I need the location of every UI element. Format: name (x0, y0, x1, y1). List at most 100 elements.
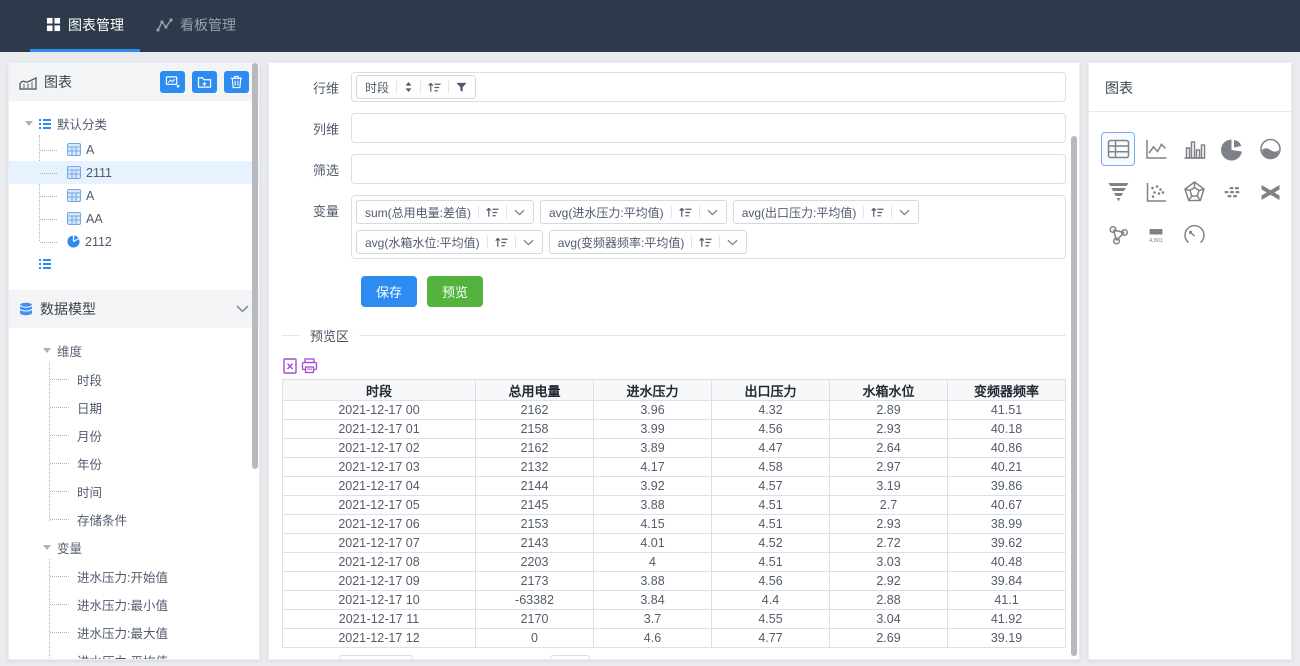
chart-type-pie[interactable] (1215, 132, 1249, 166)
delete-button[interactable] (224, 71, 249, 93)
table-cell: 2.7 (830, 496, 948, 515)
chart-type-liquid[interactable] (1253, 132, 1287, 166)
page-size-value: 30条/页 (347, 658, 389, 661)
caret-down-icon[interactable] (25, 121, 33, 126)
chart-type-table[interactable] (1101, 132, 1135, 166)
chart-type-radar[interactable] (1177, 175, 1211, 209)
order-icon[interactable] (428, 82, 441, 93)
order-icon[interactable] (699, 237, 712, 248)
row-dimension-tag[interactable]: 时段 (356, 75, 476, 99)
variable-tag[interactable]: avg(进水压力:平均值) (540, 200, 727, 224)
chart-type-heatmap[interactable] (1215, 175, 1249, 209)
tree-group-variables[interactable]: 变量 (9, 533, 259, 562)
chart-type-sankey[interactable] (1253, 175, 1287, 209)
chart-item[interactable]: A (9, 138, 259, 161)
dimension-item[interactable]: 时段 (9, 365, 259, 393)
preview-button[interactable]: 预览 (427, 276, 483, 307)
chart-type-gauge[interactable] (1177, 218, 1211, 252)
dimension-item[interactable]: 存储条件 (9, 505, 259, 533)
chart-type-line[interactable] (1139, 132, 1173, 166)
tree-category-default[interactable]: 默认分类 (9, 109, 259, 138)
variable-tag[interactable]: avg(变频器频率:平均值) (549, 230, 748, 254)
dimension-item[interactable]: 月份 (9, 421, 259, 449)
chart-type-card[interactable]: 4,801 (1139, 218, 1173, 252)
table-cell: 2132 (476, 458, 594, 477)
sort-updown-icon[interactable] (404, 81, 413, 93)
liquid-type-icon (1258, 137, 1283, 161)
dimension-label: 存储条件 (77, 510, 127, 529)
dimension-item[interactable]: 日期 (9, 393, 259, 421)
caret-down-icon[interactable] (43, 348, 51, 353)
tag-divider (891, 206, 892, 218)
editor-scrollbar[interactable] (1071, 136, 1077, 656)
page-size-select[interactable]: 30条/页 (339, 655, 413, 660)
chart-item[interactable]: AA (9, 207, 259, 230)
chevron-down-icon[interactable] (523, 239, 534, 246)
variable-item[interactable]: 进水压力:最小值 (9, 590, 259, 618)
export-excel-icon[interactable] (282, 358, 298, 374)
chevron-down-icon[interactable] (899, 209, 910, 216)
table-cell: 39.86 (948, 477, 1066, 496)
row-dimension-input[interactable]: 时段 (351, 72, 1066, 102)
table-cell: 2.89 (830, 401, 948, 420)
dimension-item[interactable]: 时间 (9, 477, 259, 505)
filter-input[interactable] (351, 154, 1066, 184)
chart-type-scatter[interactable] (1139, 175, 1173, 209)
chart-type-graph[interactable] (1101, 218, 1135, 252)
table-cell: 2.92 (830, 572, 948, 591)
table-chart-icon (67, 189, 81, 202)
chart-type-bar[interactable] (1177, 132, 1211, 166)
filter-funnel-icon[interactable] (456, 82, 467, 93)
data-model-header[interactable]: 数据模型 (9, 290, 259, 328)
order-icon[interactable] (871, 207, 884, 218)
tab-chart-management[interactable]: 图表管理 (30, 0, 140, 52)
goto-page-input[interactable] (550, 655, 590, 660)
variable-tag[interactable]: avg(出口压力:平均值) (733, 200, 920, 224)
table-cell: 38.99 (948, 515, 1066, 534)
add-category-row[interactable] (9, 253, 259, 272)
add-chart-button[interactable] (160, 71, 185, 93)
sidebar-scrollbar[interactable] (252, 63, 258, 469)
variable-tag[interactable]: sum(总用电量:差值) (356, 200, 534, 224)
table-cell: 4.58 (712, 458, 830, 477)
table-row: 2021-12-17 08220344.513.0340.48 (283, 553, 1066, 572)
print-icon[interactable] (301, 358, 318, 374)
tab-dashboard-management[interactable]: 看板管理 (140, 0, 252, 52)
chevron-down-icon (236, 305, 249, 313)
caret-down-icon[interactable] (43, 545, 51, 550)
chevron-down-icon[interactable] (707, 209, 718, 216)
variables-input[interactable]: sum(总用电量:差值) avg(进水压力:平均值) avg(出口压力:平均值) (351, 195, 1066, 259)
table-cell: 4.4 (712, 591, 830, 610)
chart-type-funnel[interactable] (1101, 175, 1135, 209)
table-cell: 40.48 (948, 553, 1066, 572)
table-cell: 2.88 (830, 591, 948, 610)
column-dimension-input[interactable] (351, 113, 1066, 143)
variable-item[interactable]: 进水压力:最大值 (9, 618, 259, 646)
dimension-label: 年份 (77, 454, 102, 473)
tree-group-dimensions[interactable]: 维度 (9, 336, 259, 365)
order-icon[interactable] (679, 207, 692, 218)
table-cell: 40.86 (948, 439, 1066, 458)
chevron-down-icon[interactable] (727, 239, 738, 246)
variable-tag[interactable]: avg(水箱水位:平均值) (356, 230, 543, 254)
chart-type-panel-title: 图表 (1089, 63, 1291, 112)
table-cell: 41.1 (948, 591, 1066, 610)
chart-item[interactable]: 2112 (9, 230, 259, 253)
tag-label: 时段 (365, 79, 389, 96)
table-row: 2021-12-17 10-633823.844.42.8841.1 (283, 591, 1066, 610)
chart-item[interactable]: A (9, 184, 259, 207)
variable-item[interactable]: 进水压力:开始值 (9, 562, 259, 590)
dimension-item[interactable]: 年份 (9, 449, 259, 477)
table-cell: 4.55 (712, 610, 830, 629)
table-cell: -63382 (476, 591, 594, 610)
chevron-down-icon[interactable] (514, 209, 525, 216)
variable-item[interactable]: 进水压力:平均值 (9, 646, 259, 660)
table-cell: 2.64 (830, 439, 948, 458)
collapse-control[interactable] (236, 305, 249, 313)
order-icon[interactable] (486, 207, 499, 218)
save-button[interactable]: 保存 (361, 276, 417, 307)
order-icon[interactable] (495, 237, 508, 248)
add-folder-button[interactable] (192, 71, 217, 93)
preview-area-divider: 预览区 (282, 326, 1066, 345)
chart-item-selected[interactable]: 2111 (9, 161, 259, 184)
